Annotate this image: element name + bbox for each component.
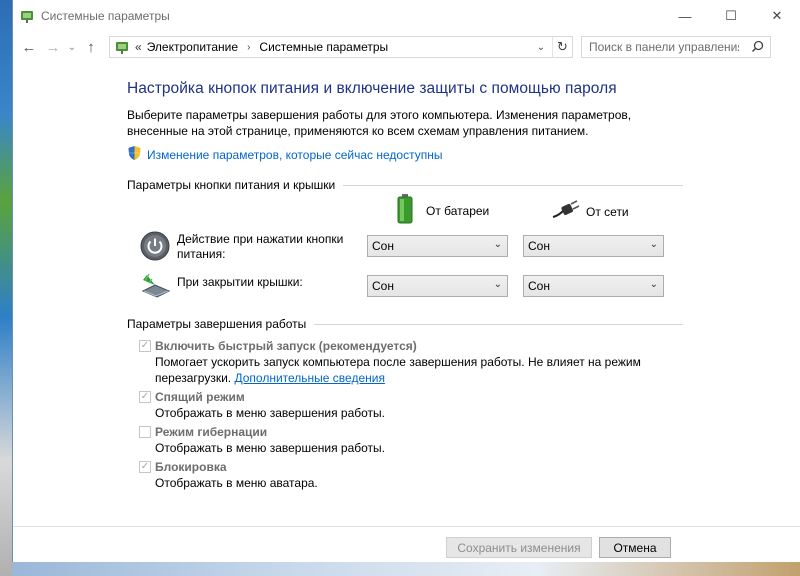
lock-checkbox[interactable]: ✓ [139,461,151,473]
refresh-button[interactable]: ↻ [552,37,572,57]
change-unavailable-settings-link[interactable]: Изменение параметров, которые сейчас нед… [147,148,443,162]
power-button-label: Действие при нажатии кнопки питания: [177,232,344,261]
power-plug-icon [551,200,581,223]
forward-button[interactable]: → [41,35,65,59]
close-button[interactable]: ✕ [754,0,800,32]
lid-close-row: При закрытии крышки: Сон ⌄ Сон ⌄ [127,269,687,310]
battery-icon [395,194,415,227]
option-description: Отображать в меню завершения работы. [155,406,386,420]
breadcrumb-power-options[interactable]: Электропитание [147,40,238,54]
save-changes-button[interactable]: Сохранить изменения [446,537,592,558]
battery-column-header: От батареи [395,194,489,227]
divider [343,184,683,186]
search-box[interactable] [581,36,771,58]
address-bar[interactable]: « Электропитание › Системные параметры ⌄… [109,36,573,58]
window-controls: — ☐ ✕ [662,0,800,32]
uac-shield-icon [127,145,142,164]
cancel-button[interactable]: Отмена [599,537,671,558]
dialog-footer: Сохранить изменения Отмена [13,526,800,562]
hibernate-checkbox[interactable] [139,426,151,438]
breadcrumb-system-settings[interactable]: Системные параметры [259,40,388,54]
power-options-icon [19,8,35,24]
lid-close-ac-select[interactable]: Сон ⌄ [523,275,664,297]
minimize-button[interactable]: — [662,0,708,32]
option-title: Блокировка [155,460,227,474]
chevron-down-icon: ⌄ [493,279,502,290]
selected-value: Сон [372,239,394,253]
shutdown-group-header: Параметры завершения работы [127,317,687,331]
navigation-bar: ← → ⌄ ↑ « Электропитание › Системные пар… [13,32,800,62]
option-title: Спящий режим [155,390,245,404]
divider [314,323,683,325]
description-text: Помогает ускорить запуск компьютера посл… [155,355,641,385]
settings-content: Настройка кнопок питания и включение защ… [127,80,687,491]
lid-close-label: При закрытии крышки: [177,275,303,289]
fast-startup-option: ✓ Включить быстрый запуск (рекомендуется… [127,338,687,386]
page-title: Настройка кнопок питания и включение защ… [127,80,617,97]
chevron-right-icon[interactable]: › [247,42,250,53]
chevron-down-icon: ⌄ [649,279,658,290]
ac-column-header: От сети [551,200,629,223]
address-dropdown-button[interactable]: ⌄ [532,37,550,57]
ac-label: От сети [586,204,629,219]
control-panel-window: Системные параметры — ☐ ✕ ← → ⌄ ↑ « Элек… [12,0,800,562]
option-description: Отображать в меню аватара. [155,476,318,490]
admin-settings-link-row: Изменение параметров, которые сейчас нед… [127,145,687,164]
option-description: Отображать в меню завершения работы. [155,441,386,455]
power-button-group-header: Параметры кнопки питания и крышки [127,178,687,192]
sleep-checkbox[interactable]: ✓ [139,391,151,403]
battery-label: От батареи [426,203,490,218]
recent-locations-button[interactable]: ⌄ [65,35,79,59]
up-button[interactable]: ↑ [79,35,103,59]
power-options-icon [113,38,131,56]
power-button-ac-select[interactable]: Сон ⌄ [523,235,664,257]
group-title: Параметры кнопки питания и крышки [127,178,336,192]
desktop-background [0,0,12,576]
group-title: Параметры завершения работы [127,317,307,331]
window-title: Системные параметры [41,9,170,23]
more-info-link[interactable]: Дополнительные сведения [234,371,384,385]
power-button-battery-select[interactable]: Сон ⌄ [367,235,508,257]
laptop-lid-icon [139,271,171,303]
title-bar[interactable]: Системные параметры — ☐ ✕ [13,0,800,32]
power-button-icon [139,230,171,262]
power-button-row: Действие при нажатии кнопки питания: Сон… [127,228,687,269]
power-source-headers: От батареи От сети [127,192,687,228]
back-button[interactable]: ← [17,35,41,59]
hibernate-option: Режим гибернации Отображать в меню завер… [127,424,687,456]
lock-option: ✓ Блокировка Отображать в меню аватара. [127,459,687,491]
chevron-down-icon: ⌄ [493,239,502,250]
selected-value: Сон [528,279,550,293]
desktop-background [12,562,800,576]
lid-close-battery-select[interactable]: Сон ⌄ [367,275,508,297]
sleep-option: ✓ Спящий режим Отображать в меню заверше… [127,389,687,421]
selected-value: Сон [528,239,550,253]
option-title: Режим гибернации [155,425,268,439]
option-description: Помогает ускорить запуск компьютера посл… [155,354,687,386]
breadcrumb-overflow[interactable]: « [135,40,142,54]
search-input[interactable] [589,40,739,54]
fast-startup-checkbox[interactable]: ✓ [139,340,151,352]
selected-value: Сон [372,279,394,293]
search-icon[interactable] [751,40,764,56]
option-title: Включить быстрый запуск (рекомендуется) [155,339,417,353]
maximize-button[interactable]: ☐ [708,0,754,32]
chevron-down-icon: ⌄ [649,239,658,250]
page-description: Выберите параметры завершения работы для… [127,108,632,138]
